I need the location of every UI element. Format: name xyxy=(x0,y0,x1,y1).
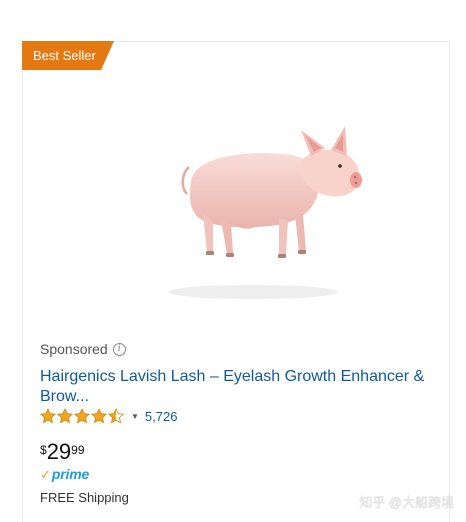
product-title-link[interactable]: Hairgenics Lavish Lash – Eyelash Growth … xyxy=(40,367,440,407)
star-icon xyxy=(91,408,107,424)
page: Best Seller Sponsored i Hairgenics Lavis… xyxy=(0,0,466,522)
star-icon xyxy=(57,408,73,424)
watermark: 知乎 @大船跨境 xyxy=(359,495,454,510)
sponsored-label-row: Sponsored i xyxy=(40,341,126,357)
pig-icon xyxy=(168,126,362,299)
price-whole: 29 xyxy=(46,439,72,464)
rating-row: ▼ 5,726 xyxy=(40,408,177,424)
product-image[interactable] xyxy=(133,122,363,322)
info-icon[interactable]: i xyxy=(112,342,126,356)
star-rating[interactable] xyxy=(40,408,124,424)
review-count-link[interactable]: 5,726 xyxy=(145,409,178,424)
price-fraction: 99 xyxy=(71,443,85,457)
star-icon xyxy=(40,408,56,424)
price: $ 29 99 xyxy=(40,440,85,464)
product-card[interactable]: Best Seller Sponsored i Hairgenics Lavis… xyxy=(22,41,450,522)
prime-check-icon: ✓ xyxy=(40,467,51,482)
product-title-line-1[interactable]: Hairgenics Lavish Lash – Eyelash Growth … xyxy=(40,367,440,387)
chevron-down-icon[interactable]: ▼ xyxy=(131,412,139,421)
product-title-line-2[interactable]: Brow... xyxy=(40,387,440,407)
star-icon xyxy=(74,408,90,424)
best-seller-badge: Best Seller xyxy=(22,41,114,70)
shipping-info: FREE Shipping xyxy=(40,490,129,505)
star-icon xyxy=(108,408,124,424)
prime-label: prime xyxy=(51,466,90,482)
sponsored-label: Sponsored xyxy=(40,341,108,357)
prime-badge: ✓ prime xyxy=(40,466,90,483)
price-symbol: $ xyxy=(40,443,47,457)
